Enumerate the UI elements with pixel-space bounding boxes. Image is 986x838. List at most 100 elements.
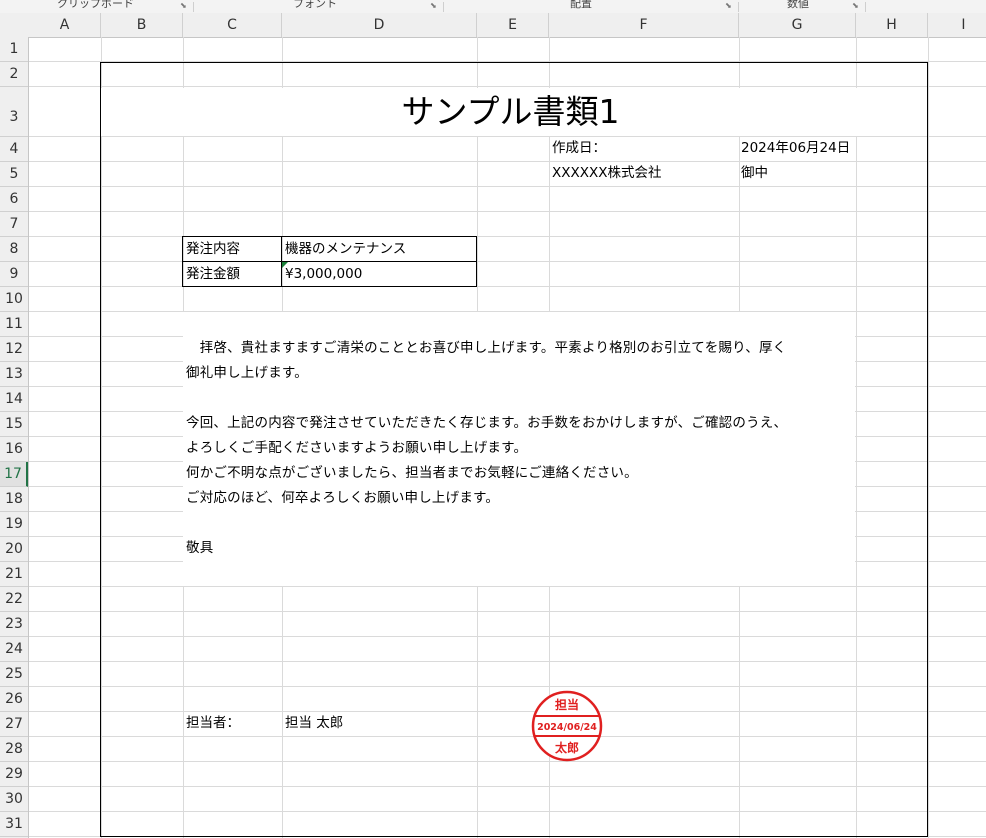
row-header-16[interactable]: 16 [0,437,28,462]
ribbon-group-clipboard[interactable]: クリップボード [57,0,134,11]
grid-row-line [29,236,986,237]
grid-row-line [29,786,986,787]
column-header-bar: A B C D E F G H I [0,13,986,38]
closing-word: 敬具 [186,540,214,556]
row-header-27[interactable]: 27 [0,712,28,737]
row-header-29[interactable]: 29 [0,762,28,787]
grid-column-line [101,37,102,838]
grid-row-line [29,211,986,212]
column-header-b[interactable]: B [101,13,183,37]
grid-row-line [29,261,986,262]
ribbon-group-number[interactable]: 数値 [787,0,809,11]
grid-row-line [29,286,986,287]
ribbon-group-alignment[interactable]: 配置 [570,0,592,11]
recipient-company: XXXXXX株式会社 [552,165,662,181]
body-line: ご対応のほど、何卒よろしくお願い申し上げます。 [186,490,500,506]
row-header-20[interactable]: 20 [0,537,28,562]
row-header-5[interactable]: 5 [0,162,28,187]
grid-row-line [29,711,986,712]
row-header-30[interactable]: 30 [0,787,28,812]
grid-row-line [29,836,986,837]
grid-column-line [928,37,929,838]
column-header-c[interactable]: C [183,13,282,37]
row-header-24[interactable]: 24 [0,637,28,662]
row-header-28[interactable]: 28 [0,737,28,762]
error-indicator-icon[interactable] [282,262,288,268]
row-header-2[interactable]: 2 [0,62,28,87]
row-header-1[interactable]: 1 [0,37,28,62]
grid-row-line [29,611,986,612]
body-line: よろしくご手配くださいますようお願い申し上げます。 [186,440,528,456]
grid-row-line [29,686,986,687]
grid-row-line [29,811,986,812]
font-launcher-icon[interactable]: ⬊ [430,1,437,11]
order-amount-label: 発注金額 [186,266,240,282]
date-stamp-seal: 担当 2024/06/24 太郎 [531,690,603,762]
body-line: 拝啓、貴社ますますご清栄のこととお喜び申し上げます。平素より格別のお引立てを賜り… [186,340,787,356]
row-header-3[interactable]: 3 [0,87,28,137]
stamp-bottom-text: 太郎 [555,740,579,755]
grid-row-line [29,636,986,637]
row-header-11[interactable]: 11 [0,312,28,337]
column-header-d[interactable]: D [282,13,477,37]
grid-row-line [29,86,986,87]
column-header-i[interactable]: I [928,13,986,37]
grid-row-line [29,586,986,587]
row-header-22[interactable]: 22 [0,587,28,612]
row-header-26[interactable]: 26 [0,687,28,712]
row-header-12[interactable]: 12 [0,337,28,362]
ribbon-separator [443,2,444,12]
alignment-launcher-icon[interactable]: ⬊ [725,1,732,11]
grid-row-line [29,161,986,162]
row-header-23[interactable]: 23 [0,612,28,637]
ribbon-separator [865,2,866,12]
column-header-g[interactable]: G [739,13,856,37]
recipient-honorific: 御中 [741,165,768,181]
order-amount-value: ¥3,000,000 [285,266,363,282]
row-header-8[interactable]: 8 [0,237,28,262]
row-header-31[interactable]: 31 [0,812,28,837]
row-header-17[interactable]: 17 [0,462,28,487]
ribbon-separator [738,2,739,12]
row-header-14[interactable]: 14 [0,387,28,412]
row-header-19[interactable]: 19 [0,512,28,537]
order-content-value: 機器のメンテナンス [285,241,407,257]
ribbon-group-font[interactable]: フォント [293,0,337,11]
row-header-4[interactable]: 4 [0,137,28,162]
row-header-15[interactable]: 15 [0,412,28,437]
row-header-21[interactable]: 21 [0,562,28,587]
created-date-value: 2024年06月24日 [741,140,851,156]
grid-row-line [29,736,986,737]
grid-row-line [29,61,986,62]
order-table: 発注内容 機器のメンテナンス 発注金額 ¥3,000,000 [182,236,477,287]
column-header-e[interactable]: E [477,13,549,37]
ribbon-separator [193,2,194,12]
row-header-13[interactable]: 13 [0,362,28,387]
row-header-10[interactable]: 10 [0,287,28,312]
body-line: 今回、上記の内容で発注させていただきたく存じます。お手数をおかけしますが、ご確認… [186,415,788,431]
grid-row-line [29,661,986,662]
number-launcher-icon[interactable]: ⬊ [852,1,859,11]
order-content-label: 発注内容 [186,241,240,257]
column-header-f[interactable]: F [549,13,739,37]
created-date-label: 作成日： [552,140,606,156]
row-header-18[interactable]: 18 [0,487,28,512]
grid-column-line [856,37,857,838]
body-line: 何かご不明な点がございましたら、担当者までお気軽にご連絡ください。 [186,465,638,481]
grid-row-line [29,186,986,187]
clipboard-launcher-icon[interactable]: ⬊ [180,1,187,11]
document-title: サンプル書類1 [401,92,620,131]
row-header-9[interactable]: 9 [0,262,28,287]
row-header-25[interactable]: 25 [0,662,28,687]
grid-row-line [29,761,986,762]
column-header-h[interactable]: H [856,13,928,37]
stamp-date-text: 2024/06/24 [537,722,597,733]
person-in-charge-name: 担当 太郎 [285,715,344,731]
row-header-bar: 1 2 3 4 5 6 7 8 9 10 11 12 13 14 15 16 17 18 19 20 21 22 23 24 2… [0,37,29,838]
row-header-6[interactable]: 6 [0,187,28,212]
body-line: 御礼申し上げます。 [186,365,308,381]
stamp-top-text: 担当 [555,697,579,712]
person-in-charge-label: 担当者： [186,715,240,731]
column-header-a[interactable]: A [29,13,101,37]
row-header-7[interactable]: 7 [0,212,28,237]
